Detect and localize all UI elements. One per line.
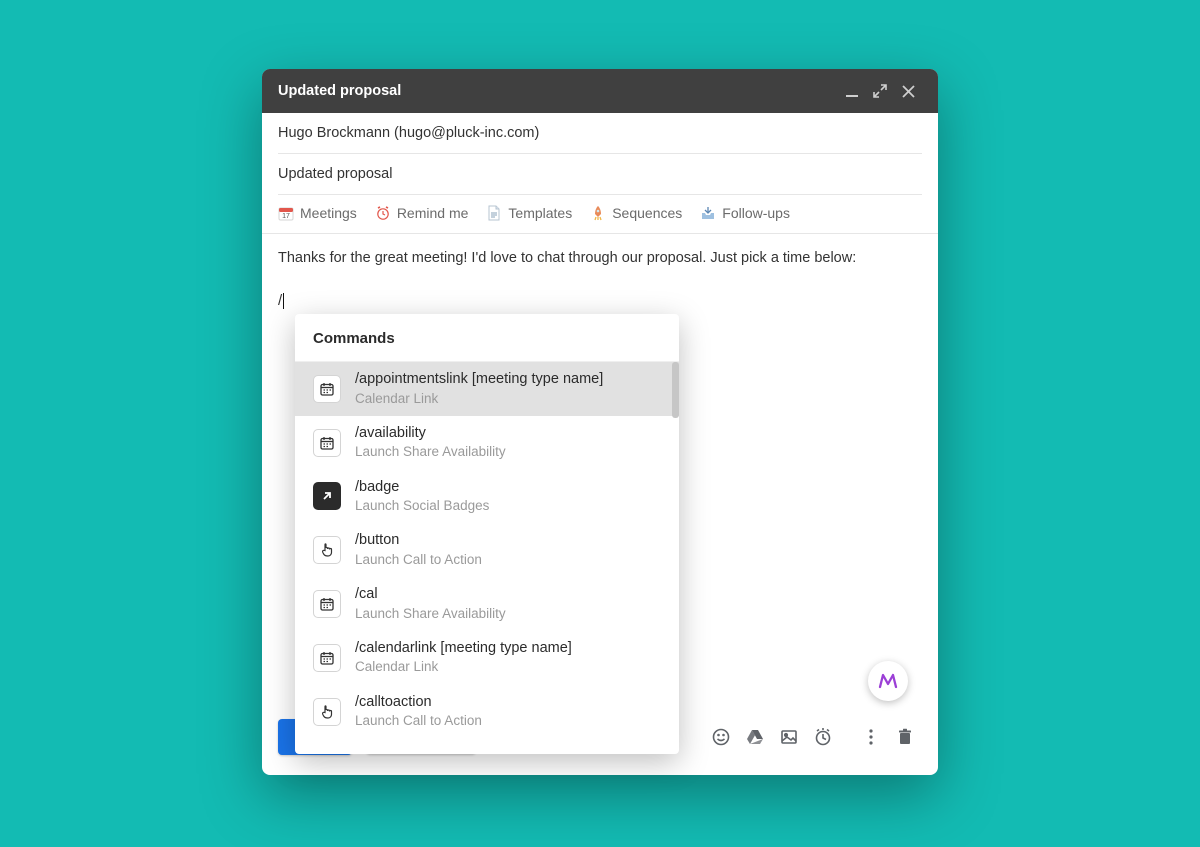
toolbar-followups[interactable]: Follow-ups (700, 205, 790, 221)
mixmax-badge[interactable] (868, 661, 908, 701)
command-desc: Launch Share Availability (355, 605, 506, 623)
commands-title: Commands (295, 314, 679, 362)
calendar-icon (313, 590, 341, 618)
command-text: /appointmentslink [meeting type name]Cal… (355, 370, 603, 408)
command-item[interactable]: /appointmentslink [meeting type name]Cal… (295, 362, 679, 416)
command-name: /button (355, 531, 482, 551)
command-desc: Launch Share Availability (355, 443, 506, 461)
slash-command-trigger: / (278, 290, 922, 313)
calendar-icon (313, 375, 341, 403)
command-name: /calendarlink [meeting type name] (355, 639, 572, 659)
command-name: /availability (355, 424, 506, 444)
svg-text:17: 17 (282, 213, 290, 220)
commands-list: /appointmentslink [meeting type name]Cal… (295, 362, 679, 754)
slash-char: / (278, 292, 282, 309)
drive-icon[interactable] (738, 720, 772, 754)
text-cursor (283, 293, 284, 309)
command-desc: Launch Call to Action (355, 551, 482, 569)
body-line-1: Thanks for the great meeting! I'd love t… (278, 248, 922, 270)
calendar-icon (313, 644, 341, 672)
command-name: /appointmentslink [meeting type name] (355, 370, 603, 390)
command-text: /availabilityLaunch Share Availability (355, 424, 506, 462)
toolbar-templates-label: Templates (508, 205, 572, 221)
document-emoji-icon (486, 205, 502, 221)
command-desc: Launch Call to Action (355, 712, 482, 730)
more-icon[interactable] (854, 720, 888, 754)
minimize-icon[interactable] (838, 77, 866, 105)
toolbar-remind[interactable]: Remind me (375, 205, 469, 221)
command-desc: Calendar Link (355, 390, 603, 408)
emoji-icon[interactable] (704, 720, 738, 754)
insert-toolbar: 17 Meetings Remind me Templates Sequence… (262, 195, 938, 234)
trash-icon[interactable] (888, 720, 922, 754)
command-item[interactable]: /availabilityLaunch Share Availability (295, 416, 679, 470)
calendar-emoji-icon: 17 (278, 205, 294, 221)
command-item[interactable]: /calltoactionLaunch Call to Action (295, 685, 679, 739)
command-name: /cal (355, 585, 506, 605)
command-text: /calendarlink [meeting type name]Calenda… (355, 639, 572, 677)
toolbar-meetings[interactable]: 17 Meetings (278, 205, 357, 221)
to-field[interactable]: Hugo Brockmann (hugo@pluck-inc.com) (278, 113, 922, 154)
rocket-emoji-icon (590, 205, 606, 221)
window-title: Updated proposal (278, 83, 838, 99)
command-text: /buttonLaunch Call to Action (355, 531, 482, 569)
command-name: /badge (355, 478, 489, 498)
command-item[interactable]: /buttonLaunch Call to Action (295, 523, 679, 577)
command-text: /calLaunch Share Availability (355, 585, 506, 623)
pointer-icon (313, 536, 341, 564)
alarm-emoji-icon (375, 205, 391, 221)
command-text: /calltoactionLaunch Call to Action (355, 693, 482, 731)
toolbar-sequences-label: Sequences (612, 205, 682, 221)
toolbar-meetings-label: Meetings (300, 205, 357, 221)
subject-field[interactable]: Updated proposal (278, 154, 922, 195)
toolbar-followups-label: Follow-ups (722, 205, 790, 221)
toolbar-templates[interactable]: Templates (486, 205, 572, 221)
compose-window: Updated proposal Hugo Brockmann (hugo@pl… (262, 69, 938, 775)
titlebar: Updated proposal (262, 69, 938, 113)
close-icon[interactable] (894, 77, 922, 105)
scrollbar-thumb[interactable] (672, 362, 679, 418)
toolbar-remind-label: Remind me (397, 205, 469, 221)
toolbar-sequences[interactable]: Sequences (590, 205, 682, 221)
pointer-icon (313, 698, 341, 726)
schedule-icon[interactable] (806, 720, 840, 754)
command-name: /calltoaction (355, 693, 482, 713)
calendar-icon (313, 429, 341, 457)
command-item[interactable]: /calLaunch Share Availability (295, 577, 679, 631)
command-item[interactable]: /badgeLaunch Social Badges (295, 470, 679, 524)
command-text: /badgeLaunch Social Badges (355, 478, 489, 516)
expand-icon[interactable] (866, 77, 894, 105)
commands-popover: Commands /appointmentslink [meeting type… (295, 314, 679, 754)
command-desc: Launch Social Badges (355, 497, 489, 515)
image-icon[interactable] (772, 720, 806, 754)
arrow-dark-icon (313, 482, 341, 510)
command-desc: Calendar Link (355, 658, 572, 676)
header-fields: Hugo Brockmann (hugo@pluck-inc.com) Upda… (262, 113, 938, 195)
command-item[interactable]: /calendarlink [meeting type name]Calenda… (295, 631, 679, 685)
inbox-emoji-icon (700, 205, 716, 221)
